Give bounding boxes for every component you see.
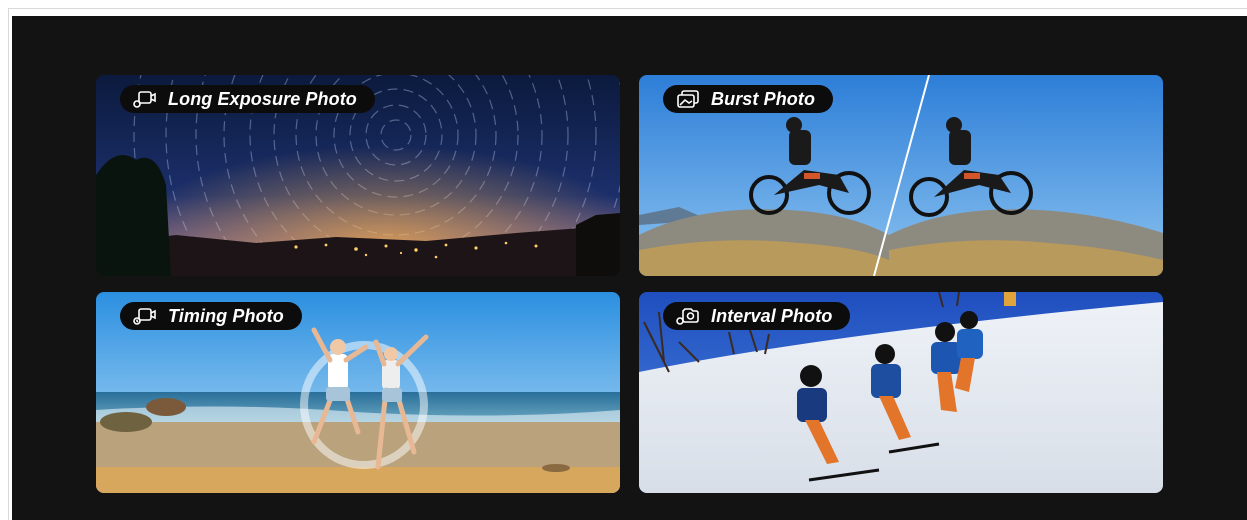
mode-label: Timing Photo [168,305,284,326]
mode-label-pill: Long Exposure Photo [120,85,375,113]
mode-label: Long Exposure Photo [168,88,357,109]
mode-label: Interval Photo [711,305,833,326]
mode-label-pill: Interval Photo [663,302,851,330]
mode-label-pill: Burst Photo [663,85,834,113]
burst-photos-icon [675,89,701,109]
mode-label: Burst Photo [711,88,816,109]
mode-label-pill: Timing Photo [120,302,302,330]
mode-card-timing[interactable]: Timing Photo [96,292,620,493]
mode-card-long-exposure[interactable]: Long Exposure Photo [96,75,620,276]
mode-card-burst[interactable]: Burst Photo [639,75,1163,276]
long-exposure-camera-icon [132,89,158,109]
interval-camera-icon [675,306,701,326]
mode-card-interval[interactable]: Interval Photo [639,292,1163,493]
timer-camera-icon [132,306,158,326]
